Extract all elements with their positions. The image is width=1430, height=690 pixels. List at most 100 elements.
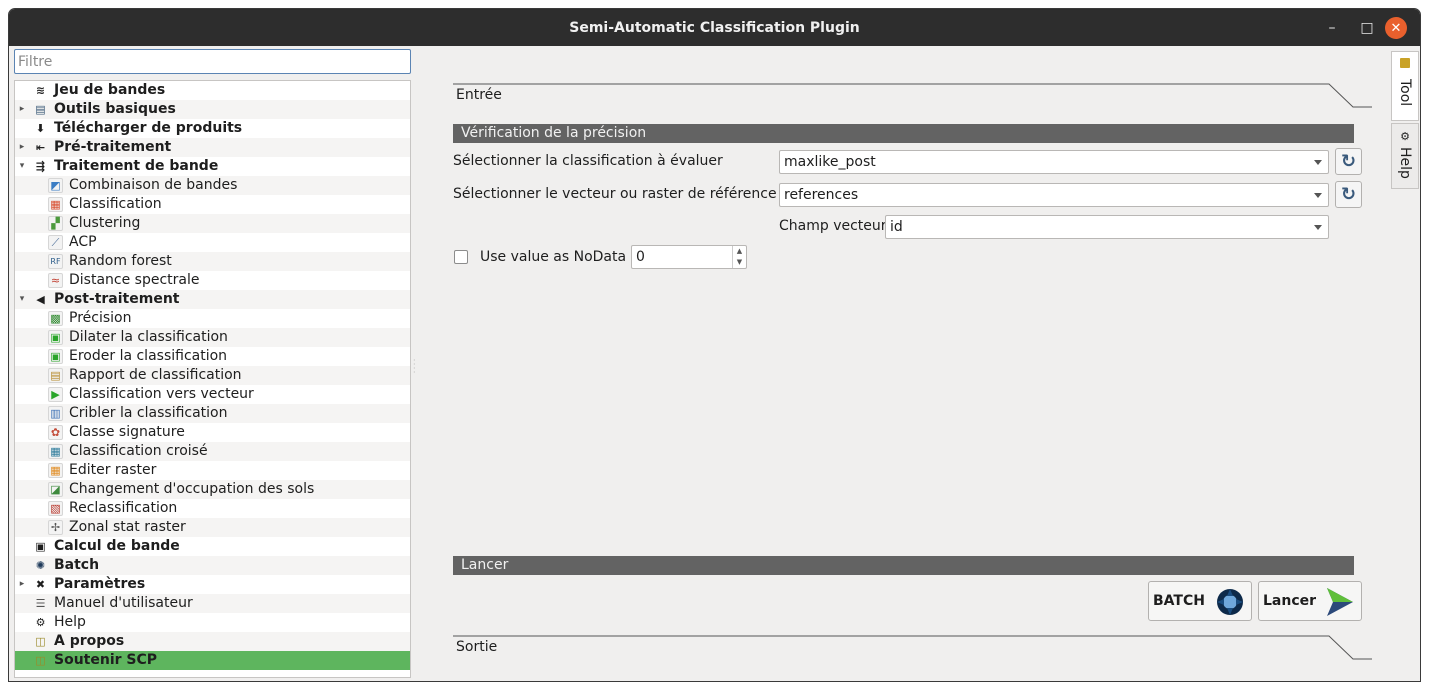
vector-field-combo[interactable]: id: [885, 215, 1329, 239]
chevron-down-icon: [1314, 193, 1322, 198]
help-icon: ⚙: [35, 616, 46, 629]
tree-item-label: Post-traitement: [54, 291, 180, 307]
tree-item-label: Reclassification: [69, 500, 178, 516]
tree-item[interactable]: ▦ Classification: [15, 195, 410, 214]
batch-button-label: BATCH: [1153, 593, 1205, 609]
close-button[interactable]: ✕: [1385, 17, 1407, 39]
batch-button[interactable]: BATCH: [1148, 581, 1252, 621]
zonal-stat-icon: ✢: [48, 520, 63, 535]
spin-up-icon[interactable]: ▲: [732, 246, 746, 257]
to-vector-icon: ▶: [48, 387, 63, 402]
tree-item[interactable]: ◫ Soutenir SCP: [15, 651, 410, 670]
chevron-right-icon[interactable]: ▸: [17, 138, 27, 157]
tree-item[interactable]: ✺ Batch: [15, 556, 410, 575]
tree-item[interactable]: ▧ Reclassification: [15, 499, 410, 518]
classification-combo[interactable]: maxlike_post: [779, 150, 1329, 174]
batch-icon: ✺: [35, 559, 46, 572]
tree-item[interactable]: ⚙ Help: [15, 613, 410, 632]
tree-item-label: Editer raster: [69, 462, 157, 478]
tree-item[interactable]: ◪ Changement d'occupation des sols: [15, 480, 410, 499]
sieve-icon: ▥: [48, 406, 63, 421]
reference-combo-value: references: [784, 187, 859, 203]
tree-item[interactable]: ▣ Dilater la classification: [15, 328, 410, 347]
classification-label: Sélectionner la classification à évaluer: [453, 153, 723, 169]
output-section-divider: [453, 635, 1372, 660]
chevron-down-icon[interactable]: ▾: [17, 290, 27, 309]
tree-item-label: Jeu de bandes: [54, 82, 166, 98]
tree-item-label: Distance spectrale: [69, 272, 200, 288]
tree-item[interactable]: ▸ ✖ Paramètres: [15, 575, 410, 594]
run-arrow-icon: [1327, 588, 1353, 616]
tree-item[interactable]: ▩ Précision: [15, 309, 410, 328]
tree-item-label: Classification vers vecteur: [69, 386, 254, 402]
spin-down-icon[interactable]: ▼: [732, 257, 746, 268]
tree-item[interactable]: ▾ ◀ Post-traitement: [15, 290, 410, 309]
gear-icon: ⚙: [1400, 130, 1410, 143]
refresh-reference-button[interactable]: ↻: [1335, 181, 1362, 208]
tree-item-label: Random forest: [69, 253, 172, 269]
splitter-handle[interactable]: · · · ·: [413, 357, 416, 377]
tree-item[interactable]: ▣ Eroder la classification: [15, 347, 410, 366]
nodata-label: Use value as NoData: [480, 249, 627, 265]
report-icon: ▤: [48, 368, 63, 383]
tree-item-label: Help: [54, 614, 86, 630]
tree-item[interactable]: ▸ ▤ Outils basiques: [15, 100, 410, 119]
tree-item[interactable]: ▤ Rapport de classification: [15, 366, 410, 385]
tree-item[interactable]: ▦ Classification croisé: [15, 442, 410, 461]
chevron-down-icon: [1314, 160, 1322, 165]
pca-icon: ⟋: [48, 235, 63, 250]
tree-item-label: Outils basiques: [54, 101, 176, 117]
classification-icon: ▦: [48, 197, 63, 212]
tree-item[interactable]: ◫ A propos: [15, 632, 410, 651]
tree-item[interactable]: ▞ Clustering: [15, 214, 410, 233]
tree-item[interactable]: ⬇ Télécharger de produits: [15, 119, 410, 138]
tree-item[interactable]: ▣ Calcul de bande: [15, 537, 410, 556]
cross-classification-icon: ▦: [48, 444, 63, 459]
refresh-classification-button[interactable]: ↻: [1335, 148, 1362, 175]
tree-item[interactable]: ✿ Classe signature: [15, 423, 410, 442]
download-icon: ⬇: [35, 122, 46, 135]
tab-tool[interactable]: Tool: [1391, 51, 1419, 121]
tree-item[interactable]: ☰ Manuel d'utilisateur: [15, 594, 410, 613]
tree-item-label: Pré-traitement: [54, 139, 172, 155]
nodata-checkbox[interactable]: [454, 250, 468, 264]
chevron-right-icon[interactable]: ▸: [17, 575, 27, 594]
reference-combo[interactable]: references: [779, 183, 1329, 207]
basic-tools-icon: ▤: [35, 103, 46, 116]
run-button[interactable]: Lancer: [1258, 581, 1362, 621]
tree-item[interactable]: ≋ Jeu de bandes: [15, 81, 410, 100]
window-title: Semi-Automatic Classification Plugin: [569, 19, 860, 36]
about-icon: ◫: [35, 635, 46, 648]
reference-label: Sélectionner le vecteur ou raster de réf…: [453, 186, 777, 202]
nodata-spinbox[interactable]: 0 ▲ ▼: [631, 245, 747, 269]
tree-item[interactable]: ▥ Cribler la classification: [15, 404, 410, 423]
band-set-icon: ≋: [35, 84, 46, 97]
edit-raster-icon: ▦: [48, 463, 63, 478]
band-calc-icon: ▣: [35, 540, 46, 553]
postprocessing-icon: ◀: [36, 293, 45, 306]
vector-field-label: Champ vecteur: [779, 218, 887, 234]
tree-item[interactable]: ✢ Zonal stat raster: [15, 518, 410, 537]
tree-item-label: Changement d'occupation des sols: [69, 481, 315, 497]
tree-item[interactable]: ▾ ⇶ Traitement de bande: [15, 157, 410, 176]
filter-input[interactable]: [14, 49, 411, 74]
tree-item-label: Clustering: [69, 215, 141, 231]
tree-item[interactable]: RF Random forest: [15, 252, 410, 271]
maximize-button[interactable]: □: [1356, 9, 1378, 46]
minimize-button[interactable]: –: [1321, 9, 1343, 46]
tree-item-label: Cribler la classification: [69, 405, 228, 421]
tree-item-label: Combinaison de bandes: [69, 177, 238, 193]
tool-icon: [1400, 58, 1410, 68]
tree-item-label: Traitement de bande: [54, 158, 219, 174]
tree-item[interactable]: ≈ Distance spectrale: [15, 271, 410, 290]
tree-item-label: Zonal stat raster: [69, 519, 186, 535]
tree-item[interactable]: ▸ ⇤ Pré-traitement: [15, 138, 410, 157]
chevron-down-icon[interactable]: ▾: [17, 157, 27, 176]
spectral-distance-icon: ≈: [48, 273, 63, 288]
tree-item[interactable]: ▶ Classification vers vecteur: [15, 385, 410, 404]
chevron-right-icon[interactable]: ▸: [17, 100, 27, 119]
tree-item[interactable]: ⟋ ACP: [15, 233, 410, 252]
tree-item[interactable]: ▦ Editer raster: [15, 461, 410, 480]
tree-item[interactable]: ◩ Combinaison de bandes: [15, 176, 410, 195]
tab-help[interactable]: ⚙ Help: [1391, 123, 1419, 189]
